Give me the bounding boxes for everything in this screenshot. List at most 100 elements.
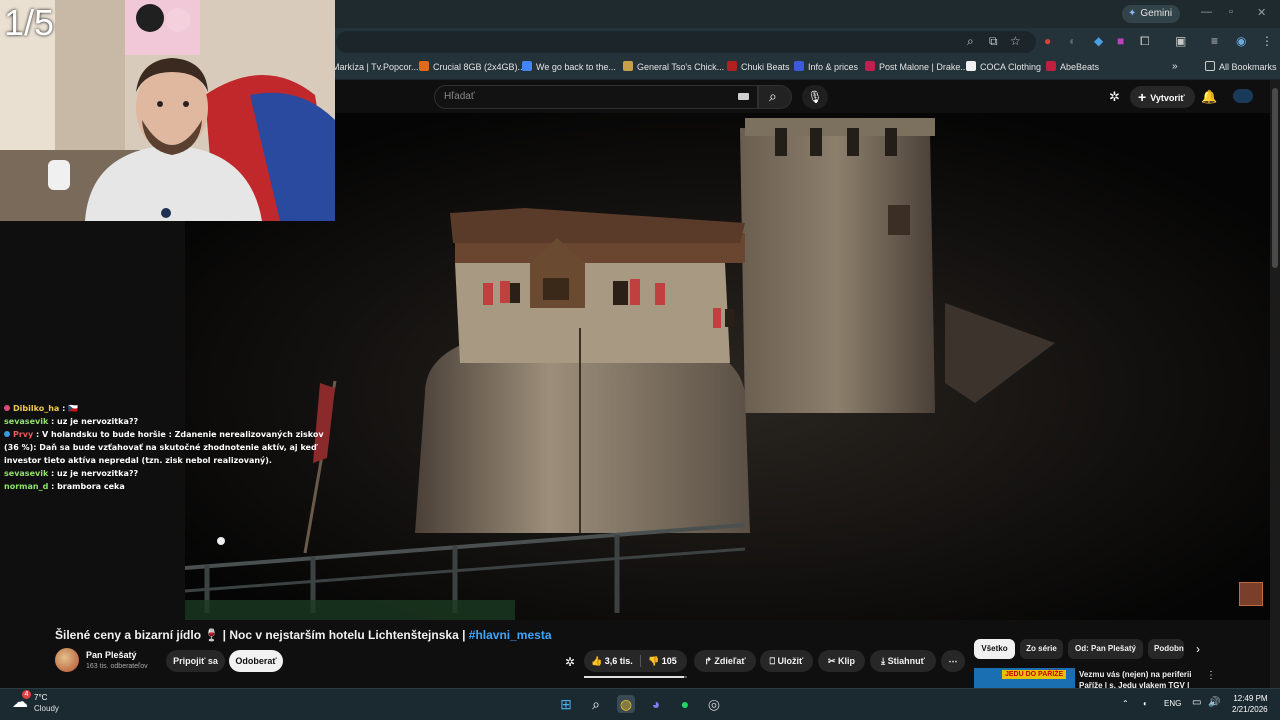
chat-username[interactable]: Dibilko_ha bbox=[13, 404, 59, 413]
page-scrollbar[interactable] bbox=[1270, 80, 1280, 688]
chip-all[interactable]: Všetko bbox=[974, 639, 1015, 659]
bookmark-label: Chuki Beats bbox=[741, 62, 790, 72]
extension-blue-icon[interactable]: ◆ bbox=[1094, 34, 1103, 48]
bookmark-item[interactable]: COCA Clothing bbox=[966, 61, 1041, 73]
more-dots-icon: ⋯ bbox=[948, 656, 958, 666]
like-count: 3,6 tis. bbox=[604, 656, 633, 666]
video-channel-thumbnail[interactable] bbox=[1239, 582, 1263, 606]
like-button[interactable]: 👍 3,6 tis. bbox=[591, 650, 633, 672]
save-label: Uložiť bbox=[777, 656, 804, 666]
join-button[interactable]: Pripojiť sa bbox=[166, 650, 225, 672]
video-hashtag-link[interactable]: #hlavni_mesta bbox=[469, 628, 552, 642]
video-title-text: Šilené ceny a bizarní jídlo 🍷 | Noc v ne… bbox=[55, 628, 469, 642]
recommended-video-thumbnail[interactable]: JEDU DO PAŘÍŽE bbox=[974, 668, 1075, 688]
chevron-right-icon[interactable]: › bbox=[1196, 642, 1200, 656]
maximize-icon[interactable]: ▫ bbox=[1229, 6, 1233, 18]
windows-start-icon[interactable]: ⊞ bbox=[557, 695, 575, 713]
install-icon[interactable]: ⧉ bbox=[989, 34, 998, 49]
bookmark-favicon-icon bbox=[865, 61, 875, 71]
search-input[interactable] bbox=[434, 85, 758, 109]
close-icon[interactable]: ✕ bbox=[1257, 6, 1266, 19]
search-button[interactable]: ⌕ bbox=[758, 85, 792, 109]
more-bookmarks-icon[interactable]: » bbox=[1172, 61, 1178, 73]
bookmark-item[interactable]: General Tso's Chick... bbox=[623, 61, 724, 73]
bookmark-item[interactable]: AbeBeats bbox=[1046, 61, 1099, 73]
create-label: Vytvoriť bbox=[1150, 93, 1185, 103]
chat-username[interactable]: norman_d bbox=[4, 482, 48, 491]
address-bar[interactable] bbox=[336, 31, 1036, 53]
create-button[interactable]: + Vytvoriť bbox=[1130, 86, 1195, 108]
chat-username[interactable]: Prvy bbox=[13, 430, 33, 439]
account-avatar[interactable] bbox=[1233, 89, 1253, 103]
chat-text: : uz je nervozitka?? bbox=[48, 469, 139, 478]
media-icon[interactable]: ≡ bbox=[1211, 34, 1218, 48]
bookmark-favicon-icon bbox=[966, 61, 976, 71]
search-placeholder: Hľadať bbox=[444, 91, 475, 102]
extension-red-icon[interactable]: ● bbox=[1044, 34, 1051, 48]
dislike-button[interactable]: 👎 105 bbox=[648, 650, 677, 672]
download-label: Stiahnuť bbox=[887, 656, 925, 666]
subscribe-button[interactable]: Odoberať bbox=[229, 650, 283, 672]
minimize-icon[interactable]: — bbox=[1201, 6, 1212, 18]
chip-related[interactable]: Podobné bbox=[1148, 639, 1184, 659]
chat-text: : V holandsku to bude horšie : Zdanenie … bbox=[4, 430, 324, 465]
zoom-icon[interactable]: ⌕ bbox=[967, 34, 974, 49]
language-indicator[interactable]: ENG bbox=[1164, 699, 1181, 708]
like-dislike-bar: 👍 3,6 tis. 👎 105 bbox=[584, 650, 687, 672]
video-title: Šilené ceny a bizarní jídlo 🍷 | Noc v ne… bbox=[55, 628, 552, 642]
app-icon[interactable]: ◎ bbox=[705, 695, 723, 713]
system-clock[interactable]: 12:49 PM 2/21/2026 bbox=[1232, 693, 1268, 715]
more-actions-button[interactable]: ⋯ bbox=[941, 650, 965, 672]
share-button[interactable]: ↱ Zdieľať bbox=[694, 650, 756, 672]
save-button[interactable]: ⎕ Uložiť bbox=[760, 650, 813, 672]
tray-chevron-icon[interactable]: ⌃ bbox=[1122, 699, 1129, 708]
tray-app-icon[interactable]: ◐ bbox=[1143, 699, 1148, 708]
slide-counter: 1/5 bbox=[4, 2, 55, 43]
chat-text: : uz je nervozitka?? bbox=[48, 417, 139, 426]
network-icon[interactable]: ▭ bbox=[1192, 697, 1201, 708]
yt-settings-icon[interactable]: ✲ bbox=[1109, 89, 1120, 105]
bookmark-item[interactable]: We go back to the... bbox=[522, 61, 616, 73]
discord-icon[interactable]: ◕ bbox=[647, 695, 665, 713]
bookmark-star-icon[interactable]: ☆ bbox=[1010, 34, 1021, 48]
chat-message: Prvy : V holandsku to bude horšie : Zdan… bbox=[0, 428, 336, 467]
voice-search-button[interactable]: 🎙 bbox=[802, 85, 828, 109]
like-ratio-bar bbox=[584, 676, 687, 678]
chat-text: : 🇨🇿 bbox=[59, 404, 79, 413]
side-panel-icon[interactable]: ▣ bbox=[1175, 34, 1186, 48]
thumb-down-icon: 👎 bbox=[648, 656, 660, 666]
taskbar-search-icon[interactable]: ⌕ bbox=[587, 695, 605, 713]
extensions-puzzle-icon[interactable]: ⧠ bbox=[1140, 34, 1150, 49]
channel-avatar[interactable] bbox=[55, 648, 79, 672]
bookmark-label: General Tso's Chick... bbox=[637, 62, 725, 72]
download-button[interactable]: ⤓ Stiahnuť bbox=[870, 650, 936, 672]
bookmark-item[interactable]: Chuki Beats bbox=[727, 61, 790, 73]
clock-date: 2/21/2026 bbox=[1232, 705, 1268, 714]
keyboard-icon[interactable] bbox=[738, 93, 749, 100]
all-bookmarks-button[interactable]: All Bookmarks bbox=[1205, 61, 1277, 73]
rec-menu-icon[interactable]: ⋮ bbox=[1206, 670, 1216, 681]
channel-name[interactable]: Pan Plešatý bbox=[86, 650, 137, 660]
volume-icon[interactable]: 🔊 bbox=[1208, 697, 1220, 708]
stream-chat: Dibilko_ha : 🇨🇿 sevasevik : uz je nervozi… bbox=[0, 402, 336, 493]
menu-dots-icon[interactable]: ⋮ bbox=[1261, 34, 1273, 48]
clip-button[interactable]: ✂ Klip bbox=[818, 650, 865, 672]
bookmark-item[interactable]: Crucial 8GB (2x4GB)... bbox=[419, 61, 525, 73]
notifications-bell-icon[interactable]: 🔔 bbox=[1201, 89, 1217, 105]
chrome-icon[interactable]: ◍ bbox=[617, 695, 635, 713]
extension-gray-icon[interactable]: ◐ bbox=[1069, 34, 1076, 48]
chat-username[interactable]: sevasevik bbox=[4, 417, 48, 426]
chat-badge-icon bbox=[4, 431, 10, 437]
extension-purple-icon[interactable]: ■ bbox=[1117, 34, 1124, 48]
sparkle-ask-icon[interactable]: ✲ bbox=[565, 655, 575, 669]
chat-username[interactable]: sevasevik bbox=[4, 469, 48, 478]
bookmark-item[interactable]: Info & prices bbox=[794, 61, 858, 73]
bookmark-item[interactable]: Post Malone | Drake... bbox=[865, 61, 968, 73]
scrollbar-thumb[interactable] bbox=[1272, 88, 1278, 268]
chip-series[interactable]: Zo série bbox=[1020, 639, 1063, 659]
profile-avatar-icon[interactable]: ◉ bbox=[1236, 34, 1246, 48]
chip-from-channel[interactable]: Od: Pan Plešatý bbox=[1068, 639, 1143, 659]
gemini-button[interactable]: ✦ Gemini bbox=[1122, 5, 1181, 23]
video-player[interactable] bbox=[185, 113, 1270, 620]
spotify-icon[interactable]: ● bbox=[676, 695, 694, 713]
